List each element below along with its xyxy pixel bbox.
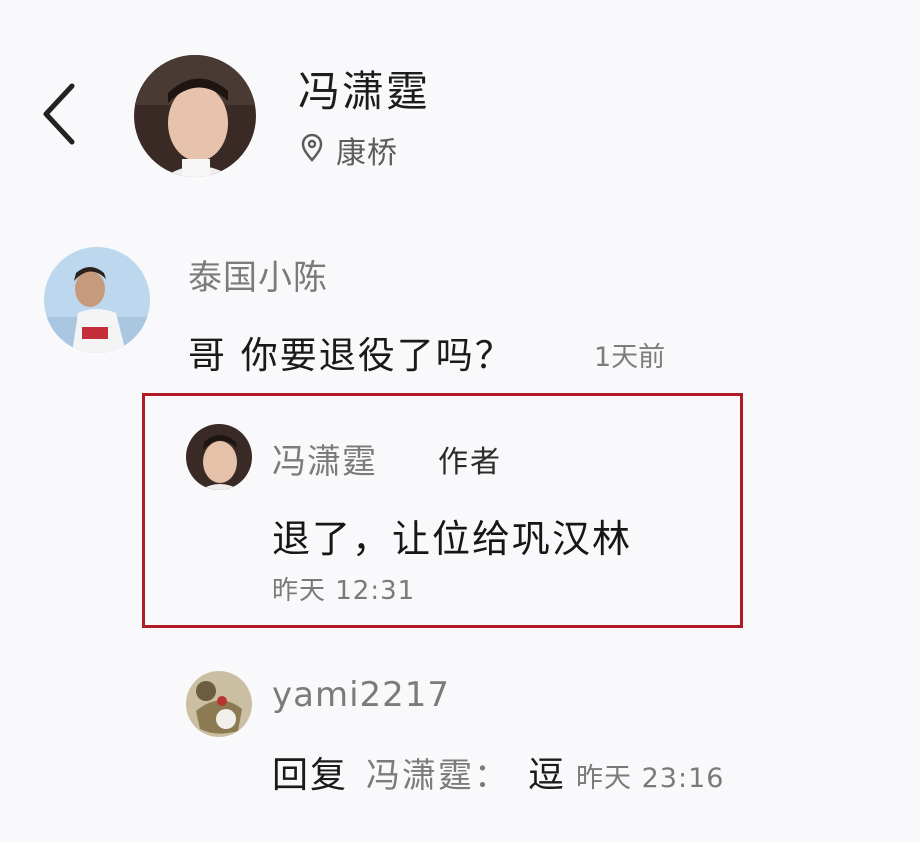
replier-avatar-image: [186, 671, 252, 737]
comment-text: 哥 你要退役了吗？: [188, 334, 514, 377]
replier-name[interactable]: yami2217: [272, 675, 450, 715]
author-reply-avatar[interactable]: [186, 424, 252, 490]
author-reply-avatar-image: [186, 424, 252, 490]
reply-timestamp: 昨天 23:16: [576, 763, 725, 794]
commenter-avatar-image: [44, 247, 150, 353]
profile-avatar[interactable]: [134, 55, 256, 177]
chevron-left-icon: [43, 83, 75, 145]
reply-text: 逗: [528, 755, 565, 796]
location-label: 康桥: [336, 136, 398, 171]
author-reply-timestamp: 昨天 12:31: [272, 576, 416, 606]
commenter-name[interactable]: 泰国小陈: [188, 250, 328, 299]
reply-label: 回复: [272, 755, 349, 796]
profile-avatar-image: [134, 55, 256, 177]
author-badge: 作者: [438, 445, 502, 480]
back-button[interactable]: [36, 78, 84, 150]
location-pin-icon: [300, 133, 324, 162]
replier-avatar[interactable]: [186, 671, 252, 737]
reply-line: 回复 冯潇霆： 逗昨天 23:16: [272, 746, 724, 798]
comment-timestamp: 1天前: [594, 342, 666, 373]
profile-name: 冯潇霆: [298, 67, 431, 116]
commenter-avatar[interactable]: [44, 247, 150, 353]
author-reply-text: 退了，让位给巩汉林: [272, 517, 633, 561]
reply-target-name[interactable]: 冯潇霆：: [366, 756, 510, 796]
author-reply-name[interactable]: 冯潇霆: [272, 434, 377, 483]
